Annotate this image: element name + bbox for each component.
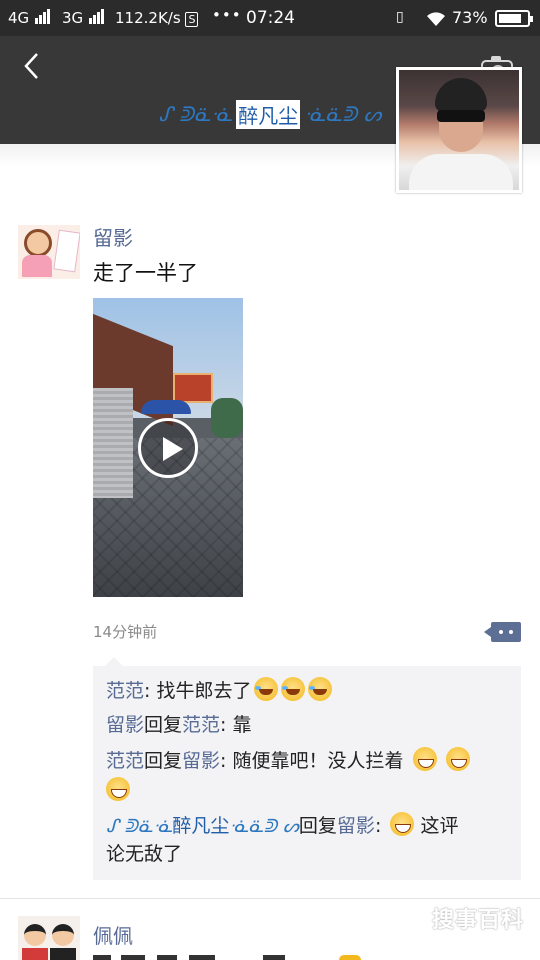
comment-like-button[interactable] — [484, 622, 521, 642]
reply-target-name[interactable]: 留影 — [182, 750, 220, 772]
avatar[interactable] — [18, 916, 80, 960]
name-swirl-left: ᔑ ᕲᓏᓍ — [158, 102, 233, 126]
owner-name-text: 醉凡尘 — [236, 99, 301, 129]
wifi-icon — [424, 9, 448, 31]
post-timestamp: 14分钟前 — [93, 623, 158, 641]
signal-bars-icon — [34, 9, 50, 28]
data-saver-icon: S — [185, 12, 199, 27]
commenter-name[interactable]: 范范 — [106, 680, 144, 702]
comment-item[interactable]: 留影回复范范: 靠 — [106, 711, 252, 739]
post-author[interactable]: 留影 — [93, 222, 133, 251]
video-thumbnail[interactable] — [93, 298, 243, 597]
owner-avatar[interactable] — [396, 67, 522, 193]
play-icon[interactable] — [138, 418, 198, 478]
vibrate-icon: ▯ — [396, 9, 404, 25]
comment-item[interactable]: 范范回复留影: 随便靠吧！没人拦着 — [106, 747, 470, 775]
reply-target-name[interactable]: 留影 — [337, 815, 375, 837]
comment-item[interactable]: ᔑ ᕲᓏᓍ醉凡尘ᓍᓏᕲ ᔕ回复留影: 这评 — [106, 812, 458, 841]
post-author[interactable]: 佩佩 — [93, 920, 133, 949]
commenter-name[interactable]: ᔑ ᕲᓏᓍ醉凡尘ᓍᓏᕲ ᔕ — [106, 815, 299, 837]
owner-name[interactable]: ᔑ ᕲᓏᓍ 醉凡尘 ᓍᓏᕲ ᔕ — [150, 96, 390, 132]
watermark: 搜事百科 — [432, 908, 525, 933]
battery-percent: 73% — [452, 8, 488, 27]
battery-icon — [495, 10, 533, 27]
clock: 07:24 — [246, 8, 295, 28]
commenter-name[interactable]: 范范 — [106, 750, 144, 772]
laugh-cry-emoji-icon — [308, 677, 333, 701]
post-divider — [0, 898, 540, 899]
laugh-cry-emoji-icon — [254, 677, 279, 701]
laugh-cry-emoji-icon — [281, 677, 306, 701]
comment-text: 这评 — [420, 815, 459, 837]
more-notifications-icon: ••• — [212, 6, 242, 24]
comment-text: 找牛郎去了 — [156, 680, 252, 702]
back-button[interactable] — [14, 48, 48, 92]
grin-emoji-icon — [445, 747, 470, 771]
status-bar: 4G 3G 112.2K/s S ••• 07:24 ▯ 73% — [0, 0, 540, 36]
commenter-name[interactable]: 留影 — [106, 714, 144, 736]
post-text-clipped — [93, 952, 363, 960]
comment-text: 靠 — [232, 714, 252, 736]
comment-item[interactable]: 范范: 找牛郎去了 — [106, 677, 333, 705]
name-swirl-right: ᓍᓏᕲ ᔕ — [304, 102, 382, 126]
signal-bars-icon — [88, 9, 104, 28]
avatar[interactable] — [18, 225, 80, 279]
grin-emoji-icon — [390, 812, 415, 836]
grin-emoji-icon — [412, 747, 437, 771]
network-speed: 112.2K/s S — [115, 9, 199, 27]
chevron-left-icon — [24, 53, 38, 79]
comment-text: 随便靠吧！没人拦着 — [232, 750, 404, 772]
comment-text-continued: 论无敌了 — [106, 843, 183, 865]
grin-emoji-icon — [106, 777, 130, 801]
signal-3g: 3G — [62, 9, 104, 28]
comment-item-wrap — [106, 777, 130, 805]
post-text: 走了一半了 — [93, 261, 198, 285]
comment-list: 范范: 找牛郎去了 留影回复范范: 靠 范范回复留影: 随便靠吧！没人拦着 ᔑ … — [93, 657, 521, 880]
signal-4g: 4G — [8, 9, 50, 28]
reply-target-name[interactable]: 范范 — [182, 714, 220, 736]
